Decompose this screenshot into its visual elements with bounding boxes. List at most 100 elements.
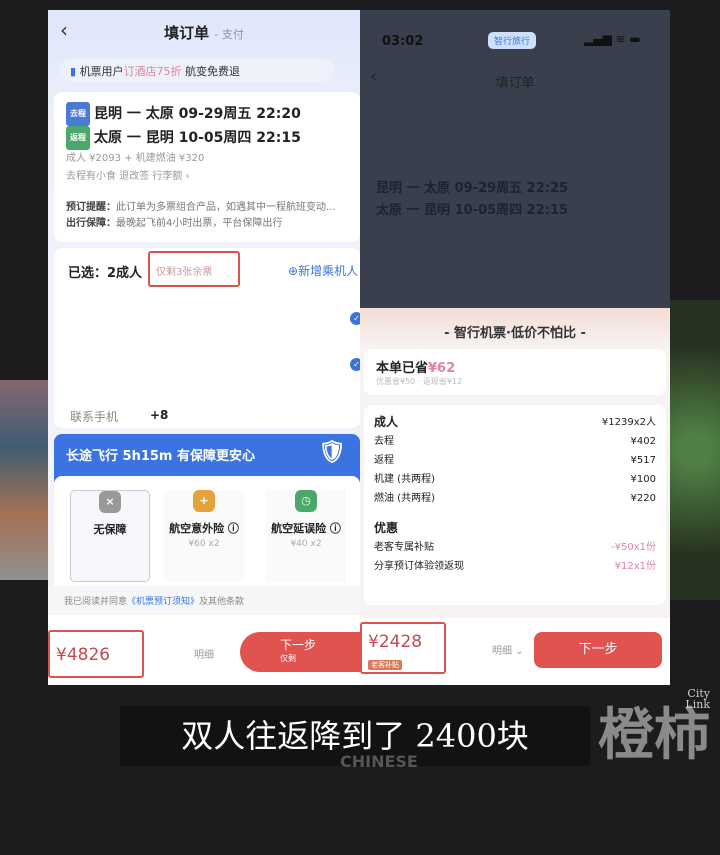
contact-phone-input[interactable]: +8 — [150, 408, 168, 422]
route-text: 昆明 一 太原 09-29周五 22:20 — [94, 106, 301, 122]
price-breakdown: 成人 ¥1239x2人 去程 ¥402 返程 ¥517 机建 (共两程) ¥100 燃油… — [364, 405, 666, 605]
row-value: ¥1239x2人 — [601, 417, 656, 428]
next-label: 下一步 — [280, 638, 317, 652]
note-value: 此订单为多票组合产品，如遇其中一程航班变动... — [116, 202, 336, 213]
checkout-bar: ¥2428 老客补贴 明细 ⌄ 下一步 — [360, 618, 670, 685]
row-label: 去程 — [374, 436, 394, 447]
total-badge: 老客补贴 — [368, 660, 402, 670]
background-plant — [670, 300, 720, 600]
row-label: 成人 — [374, 415, 399, 429]
status-time: 03:02 — [382, 34, 424, 49]
option-name: 航空延误险 — [271, 522, 327, 535]
flight-outbound: 去程 昆明 一 太原 09-29周五 22:20 — [66, 102, 348, 126]
watermark-logo: 橙柿 City Link — [598, 688, 710, 771]
right-phone-screen: 03:02 智行旅行 ▂▄▆ ≋ ▬ ‹ 填订单 昆明 一 太原 09-29周五… — [360, 10, 670, 685]
passenger-checkbox[interactable]: ✓ — [350, 358, 360, 371]
insurance-option-delay[interactable]: ◷ 航空延误险 ⓘ ¥40 x2 — [266, 490, 346, 582]
adult-row: 成人 ¥1239x2人 — [374, 413, 656, 432]
row-label: 燃油 (共两程) — [374, 493, 435, 504]
discount-row: 老客专属补贴 -¥50x1份 — [374, 538, 656, 557]
agreement-prefix: 我已阅读并同意 — [64, 597, 128, 607]
saved-breakdown: 优惠省¥50 · 返现省¥12 — [376, 377, 463, 386]
option-price: ¥40 x2 — [290, 539, 322, 549]
promo-suffix: 航变免费退 — [185, 65, 241, 78]
logo-en: Link — [685, 698, 710, 711]
left-phone-screen: ‹ 填订单 - 支付 ▮ 机票用户订酒店75折 航变免费退 去程 昆明 一 太原 … — [48, 10, 360, 685]
signal-wifi-battery-icon: ▂▄▆ ≋ ▬ — [584, 32, 641, 46]
app-pill: 智行旅行 — [488, 32, 537, 49]
insurance-options: × 无保障 + 航空意外险 ⓘ ¥60 x2 ◷ 航空延误险 ⓘ ¥40 x2 — [54, 476, 360, 586]
perks-link[interactable]: 去程有小食 退改签 行李额 › — [66, 168, 348, 186]
option-name: 无保障 — [93, 523, 127, 536]
page-title: 填订单 - 支付 — [48, 22, 360, 43]
row-label: 分享预订体验领返现 — [374, 561, 464, 572]
note-guarantee: 出行保障：最晚起飞前4小时出票，平台保障出行 — [66, 216, 348, 232]
background-text: CHINESE — [340, 752, 418, 771]
agreement[interactable]: 我已阅读并同意《机票预订须知》及其他条款 — [48, 586, 360, 615]
contact-label: 联系手机 — [70, 410, 119, 424]
option-price: ¥60 x2 — [188, 539, 220, 549]
row-value: ¥517 — [630, 455, 656, 466]
shield-off-icon: × — [99, 491, 121, 513]
shield-icon: 🛡 — [318, 440, 346, 465]
option-name: 航空意外险 — [169, 522, 225, 535]
row-label: 返程 — [374, 455, 394, 466]
add-label: 新增乘机人 — [298, 264, 359, 278]
route-text: 昆明 一 太原 09-29周五 22:25 — [376, 181, 569, 196]
discount-row: 分享预订体验领返现 ¥12x1份 — [374, 557, 656, 576]
row-label: 机建 (共两程) — [374, 474, 435, 485]
price-row: 返程 ¥517 — [374, 451, 656, 470]
savings-card: 本单已省¥62 优惠省¥50 · 返现省¥12 — [364, 349, 666, 395]
agreement-link[interactable]: 《机票预订须知》 — [127, 597, 199, 607]
insurance-title: 长途飞行 5h15m 有保障更安心 — [66, 449, 255, 464]
row-value: ¥220 — [630, 493, 656, 504]
promo-banner[interactable]: ▮ 机票用户订酒店75折 航变免费退 — [60, 58, 334, 82]
sheet-banner: - 智行机票·低价不怕比 - — [360, 308, 670, 349]
flight-summary: 昆明 一 太原 09-29周五 22:25 太原 一 昆明 10-05周四 22:… — [376, 178, 568, 222]
row-label: 老客专属补贴 — [374, 542, 434, 553]
row-value: ¥100 — [630, 474, 656, 485]
total-box: ¥2428 老客补贴 — [360, 622, 446, 674]
note-value: 最晚起飞前4小时出票，平台保障出行 — [116, 218, 283, 229]
price-row: 去程 ¥402 — [374, 432, 656, 451]
total-price: ¥4826 — [48, 630, 144, 678]
promo-prefix: 机票用户 — [79, 65, 124, 78]
tag-outbound: 去程 — [66, 102, 90, 126]
insurance-option-accident[interactable]: + 航空意外险 ⓘ ¥60 x2 — [164, 490, 244, 582]
promo-highlight: 订酒店75折 — [123, 65, 182, 78]
price-row: 燃油 (共两程) ¥220 — [374, 489, 656, 508]
passenger-checkbox[interactable]: ✓ — [350, 312, 360, 325]
saved-amount: ¥62 — [428, 361, 456, 376]
route-text: 太原 一 昆明 10-05周四 22:15 — [94, 130, 301, 146]
row-value: ¥12x1份 — [614, 561, 656, 572]
step-text: - 支付 — [214, 28, 244, 41]
agreement-suffix: 及其他条款 — [199, 597, 245, 607]
clock-icon: ◷ — [295, 490, 317, 512]
flight-card[interactable]: 去程 昆明 一 太原 09-29周五 22:20 返程 太原 一 昆明 10-05周… — [54, 92, 360, 242]
insurance-option-none[interactable]: × 无保障 — [70, 490, 150, 582]
selected-count: 已选：2成人 — [68, 266, 143, 281]
tag-return: 返程 — [66, 126, 90, 150]
discount-title: 优惠 — [374, 521, 399, 535]
detail-button[interactable]: 明细 — [194, 646, 214, 661]
passenger-card: 已选：2成人 仅剩3张余票 ⊕新增乘机人 ✓ ✓ 联系手机 +8 — [54, 248, 360, 428]
shield-plus-icon: + — [193, 490, 215, 512]
detail-button[interactable]: 明细 ⌄ — [492, 642, 524, 657]
price-row: 机建 (共两程) ¥100 — [374, 470, 656, 489]
checkout-bar: 我已阅读并同意《机票预订须知》及其他条款 ¥4826 明细 下一步 仅剩 — [48, 586, 360, 685]
price-detail-sheet: - 智行机票·低价不怕比 - 本单已省¥62 优惠省¥50 · 返现省¥12 成… — [360, 308, 670, 685]
row-value: -¥50x1份 — [611, 542, 656, 553]
flight-return: 返程 太原 一 昆明 10-05周四 22:15 — [66, 126, 348, 150]
saved-label: 本单已省 — [376, 361, 429, 376]
logo-text: 橙柿 — [598, 702, 710, 768]
ticket-icon: ▮ — [70, 65, 80, 78]
remaining-tickets: 仅剩3张余票 — [148, 251, 240, 287]
fare-text: 成人 ¥2093 + 机建燃油 ¥320 — [66, 153, 205, 164]
title-text: 填订单 — [164, 24, 210, 42]
background-books — [0, 380, 48, 580]
total-price: ¥2428 — [368, 632, 423, 652]
next-button[interactable]: 下一步 — [534, 632, 662, 668]
next-button[interactable]: 下一步 仅剩 — [240, 632, 360, 672]
add-passenger-button[interactable]: ⊕新增乘机人 — [288, 262, 358, 279]
page-title: 填订单 — [495, 76, 535, 91]
